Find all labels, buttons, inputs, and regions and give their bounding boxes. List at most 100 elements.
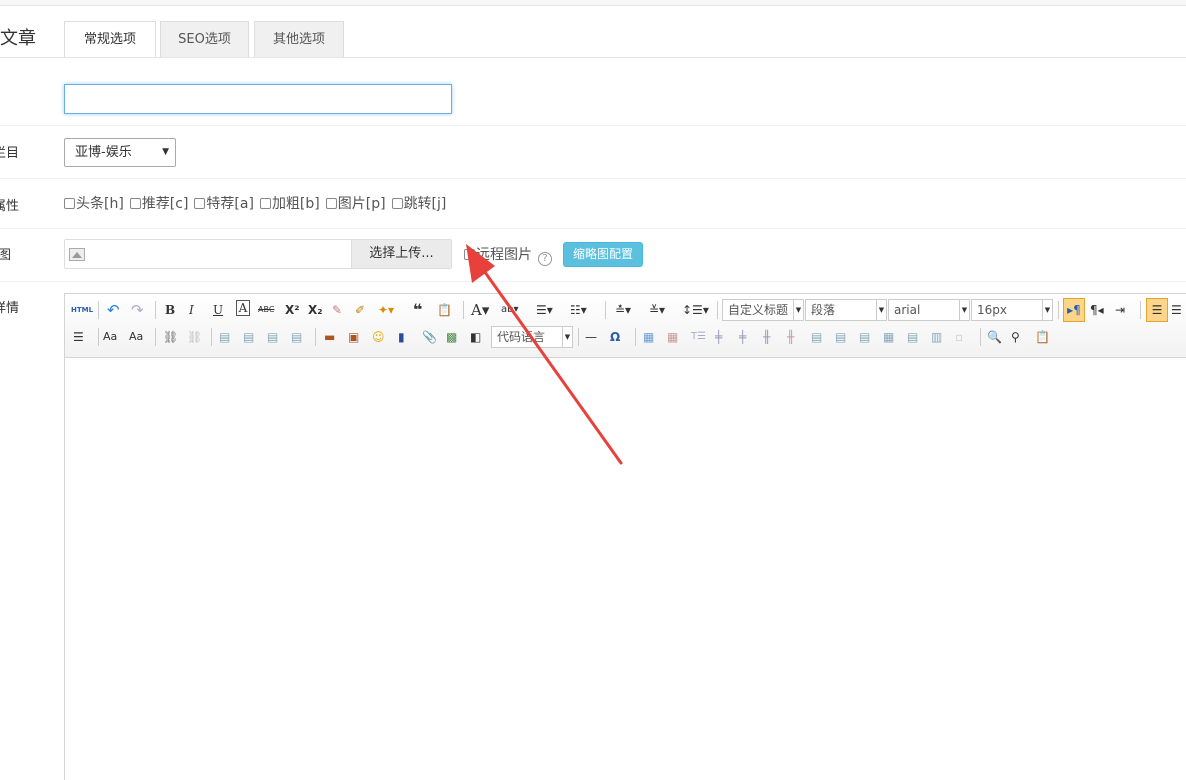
search-replace-icon[interactable]: ⚲ <box>1011 327 1020 347</box>
insert-col-icon[interactable]: ╫ <box>763 327 770 347</box>
font-color-icon[interactable]: A▾ <box>471 300 489 320</box>
checkbox[interactable] <box>325 198 337 209</box>
unlink-icon[interactable]: ⛓ <box>187 327 202 347</box>
merge-cells-icon[interactable]: ▤ <box>811 327 822 347</box>
underline-icon[interactable]: U <box>213 300 223 320</box>
font-family-select[interactable]: arial ▼ <box>888 299 970 321</box>
map-icon[interactable]: ▩ <box>446 327 457 347</box>
toolbar-separator <box>578 328 579 346</box>
choose-upload-button[interactable]: 选择上传... <box>351 240 451 268</box>
remote-image-label: 远程图片 <box>476 247 532 263</box>
split-cols-icon[interactable]: ▥ <box>931 327 942 347</box>
row-spacing-bottom-icon[interactable]: ≚▾ <box>649 300 665 320</box>
unordered-list-icon[interactable]: ☷▾ <box>570 300 587 320</box>
editor-content-area[interactable] <box>65 358 1186 780</box>
help-icon[interactable]: ? <box>538 252 552 266</box>
insert-row-icon[interactable]: ╪ <box>715 327 722 347</box>
multi-image-icon[interactable]: ▣ <box>348 327 359 347</box>
column-select[interactable]: 亚博-娱乐 ▼ <box>64 138 176 167</box>
remote-image-option[interactable]: 远程图片? <box>464 244 552 266</box>
preview-icon[interactable]: 🔍 <box>987 327 1002 347</box>
checkbox[interactable] <box>259 198 271 209</box>
image-float-left-icon[interactable]: ▤ <box>243 327 254 347</box>
insert-table-icon[interactable]: ▦ <box>643 327 654 347</box>
insert-image-icon[interactable]: ▬ <box>324 327 335 347</box>
row-spacing-top-icon[interactable]: ≛▾ <box>615 300 631 320</box>
tab-other[interactable]: 其他选项 <box>254 21 344 58</box>
table-attr-icon[interactable]: ▫ <box>955 327 963 347</box>
font-size-select[interactable]: 16px ▼ <box>971 299 1053 321</box>
table-caption-icon[interactable]: T☰ <box>691 327 706 347</box>
split-rows-icon[interactable]: ▤ <box>907 327 918 347</box>
chevron-down-icon: ▼ <box>562 327 572 347</box>
toolbar-separator <box>635 328 636 346</box>
horizontal-rule-icon[interactable]: — <box>585 327 597 347</box>
align-center-icon[interactable]: ☰ <box>1171 300 1182 320</box>
superscript-icon[interactable]: X² <box>285 300 300 320</box>
checkbox[interactable] <box>194 198 206 209</box>
attr-bold[interactable]: 加粗[b] <box>259 193 320 213</box>
paste-plain-icon[interactable]: 📋 <box>437 300 452 320</box>
rtl-direction-icon[interactable]: ¶◂ <box>1090 300 1104 320</box>
html-source-button[interactable]: HTML <box>71 300 93 320</box>
indent-icon[interactable]: ⇥ <box>1115 300 1125 320</box>
align-justify-icon[interactable]: ☰ <box>73 327 84 347</box>
image-center-icon[interactable]: ▤ <box>291 327 302 347</box>
checkbox[interactable] <box>391 198 403 209</box>
heading-select-value: 自定义标题 <box>728 303 789 317</box>
chevron-down-icon: ▼ <box>1042 300 1052 320</box>
toolbar-separator <box>155 328 156 346</box>
line-height-icon[interactable]: ↕☰▾ <box>682 300 709 320</box>
tab-seo[interactable]: SEO选项 <box>160 21 249 58</box>
content-label: 详情 <box>0 301 20 316</box>
delete-table-icon[interactable]: ▦ <box>667 327 678 347</box>
heading-select[interactable]: 自定义标题 ▼ <box>722 299 804 321</box>
italic-icon[interactable]: I <box>189 300 194 320</box>
image-float-none-icon[interactable]: ▤ <box>219 327 230 347</box>
tab-general[interactable]: 常规选项 <box>64 21 156 58</box>
merge-right-icon[interactable]: ▤ <box>835 327 846 347</box>
blockquote-icon[interactable]: ❝ <box>413 300 422 320</box>
highlight-color-icon[interactable]: ab▾ <box>501 300 519 320</box>
font-border-icon[interactable]: A <box>236 300 250 316</box>
bold-icon[interactable]: B <box>165 300 175 320</box>
code-language-select[interactable]: 代码语言 ▼ <box>491 326 573 348</box>
delete-row-icon[interactable]: ╪ <box>739 327 746 347</box>
merge-down-icon[interactable]: ▤ <box>859 327 870 347</box>
split-cells-icon[interactable]: ▦ <box>883 327 894 347</box>
attr-jump[interactable]: 跳转[j] <box>391 193 446 213</box>
auto-format-icon[interactable]: ✦▾ <box>378 300 394 320</box>
strikethrough-icon[interactable]: ABC <box>258 300 274 320</box>
ordered-list-icon[interactable]: ☰▾ <box>536 300 553 320</box>
attr-picture[interactable]: 图片[p] <box>325 193 386 213</box>
attr-special[interactable]: 特荐[a] <box>194 193 254 213</box>
attachment-icon[interactable]: 📎 <box>422 327 437 347</box>
image-float-right-icon[interactable]: ▤ <box>267 327 278 347</box>
attr-recommend[interactable]: 推荐[c] <box>129 193 188 213</box>
align-left-icon[interactable]: ☰ <box>1146 298 1168 322</box>
insert-frame-icon[interactable]: ◧ <box>470 327 481 347</box>
video-icon[interactable]: ▮ <box>398 327 405 347</box>
paragraph-select[interactable]: 段落 ▼ <box>805 299 887 321</box>
paste-icon[interactable]: 📋 <box>1035 327 1050 347</box>
thumbnail-upload-field[interactable]: 选择上传... <box>64 239 452 269</box>
emoticon-icon[interactable]: ☺ <box>372 327 385 347</box>
checkbox[interactable] <box>64 198 75 209</box>
link-icon[interactable]: ⛓ <box>163 327 178 347</box>
attr-headline[interactable]: 头条[h] <box>64 193 124 213</box>
remote-image-checkbox[interactable] <box>464 249 475 260</box>
row-divider <box>0 178 1186 179</box>
undo-icon[interactable]: ↶ <box>107 300 120 320</box>
delete-col-icon[interactable]: ╫ <box>787 327 794 347</box>
lowercase-icon[interactable]: Aa <box>129 327 143 347</box>
format-painter-icon[interactable]: ✐ <box>355 300 365 320</box>
eraser-icon[interactable]: ✎ <box>332 300 342 320</box>
ltr-direction-icon[interactable]: ▸¶ <box>1063 298 1085 322</box>
uppercase-icon[interactable]: Aa <box>103 327 117 347</box>
redo-icon[interactable]: ↷ <box>131 300 144 320</box>
title-input[interactable] <box>64 84 452 114</box>
special-char-icon[interactable]: Ω <box>610 327 620 347</box>
subscript-icon[interactable]: X₂ <box>308 300 323 320</box>
checkbox[interactable] <box>129 198 141 209</box>
thumbnail-config-button[interactable]: 缩略图配置 <box>563 242 643 267</box>
